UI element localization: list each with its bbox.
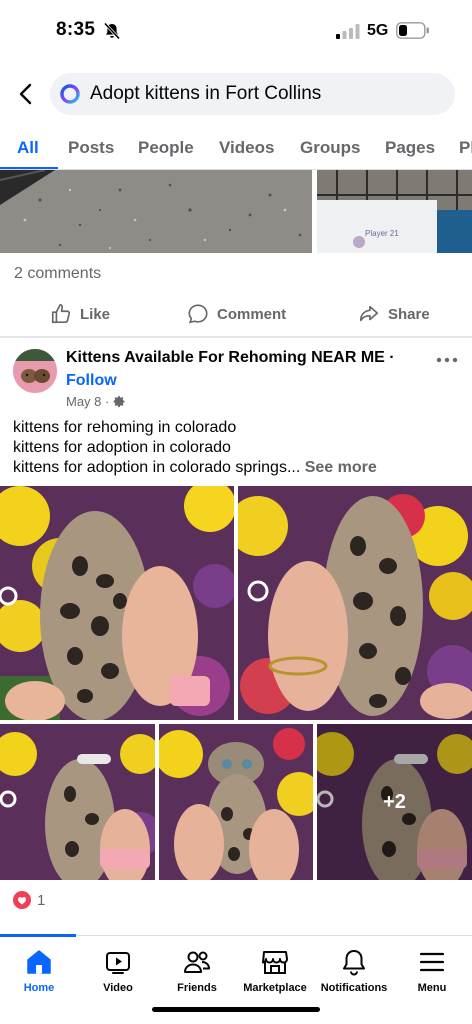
- thumbs-up-icon: [51, 304, 71, 324]
- tab-posts[interactable]: Posts: [68, 138, 114, 158]
- nav-notifications-label: Notifications: [320, 982, 388, 994]
- more-options-icon[interactable]: [436, 356, 458, 364]
- home-indicator: [152, 1007, 320, 1012]
- more-photos-count: +2: [383, 790, 406, 813]
- status-bar: 8:35 5G: [0, 0, 472, 62]
- tab-all[interactable]: All: [17, 138, 39, 158]
- post-text: kittens for rehoming in colorado kittens…: [13, 418, 463, 478]
- search-input[interactable]: Adopt kittens in Fort Collins: [50, 73, 455, 115]
- comment-label: Comment: [217, 305, 287, 323]
- marketplace-icon: [262, 951, 288, 974]
- search-tabs: All Posts People Videos Groups Pages Pl: [0, 126, 472, 170]
- tab-pages[interactable]: Pages: [385, 138, 435, 158]
- post-line-3: kittens for adoption in colorado springs…: [13, 459, 301, 476]
- search-header: Adopt kittens in Fort Collins: [0, 66, 472, 122]
- nav-friends-label: Friends: [177, 982, 217, 994]
- network-type: 5G: [367, 22, 389, 39]
- meta-ai-icon: [60, 84, 80, 104]
- nav-video[interactable]: Video: [78, 948, 158, 994]
- share-label: Share: [388, 305, 430, 323]
- post-author[interactable]: Kittens Available For Rehoming NEAR ME ·: [66, 349, 395, 367]
- back-arrow-icon[interactable]: [14, 80, 40, 108]
- tab-places[interactable]: Pl: [459, 138, 472, 158]
- home-icon: [27, 950, 51, 974]
- status-time: 8:35: [56, 19, 96, 40]
- search-query: Adopt kittens in Fort Collins: [90, 83, 322, 104]
- comment-icon: [188, 304, 208, 324]
- post-photo-5[interactable]: +2: [317, 724, 472, 880]
- comment-button[interactable]: Comment: [187, 303, 286, 325]
- friends-icon: [184, 951, 210, 973]
- post-line-2: kittens for adoption in colorado: [13, 439, 231, 456]
- see-more-link[interactable]: See more: [305, 459, 377, 476]
- like-label: Like: [80, 305, 111, 323]
- tab-groups[interactable]: Groups: [300, 138, 360, 158]
- nav-video-label: Video: [103, 982, 133, 994]
- previous-post-actions: Like Comment Share: [0, 292, 472, 336]
- share-icon: [359, 305, 379, 322]
- menu-icon: [419, 952, 445, 972]
- gear-icon: [113, 396, 125, 407]
- nav-menu[interactable]: Menu: [392, 948, 472, 994]
- post-line-1: kittens for rehoming in colorado: [13, 419, 237, 436]
- share-button[interactable]: Share: [358, 303, 430, 325]
- previous-post-photo-2[interactable]: Player 21: [317, 170, 472, 253]
- bell-off-icon: [103, 22, 121, 40]
- feed-progress-indicator: [0, 934, 76, 937]
- reaction-summary[interactable]: 1: [13, 891, 45, 909]
- nav-marketplace-label: Marketplace: [243, 982, 307, 994]
- post-divider: [0, 336, 472, 338]
- nav-menu-label: Menu: [417, 982, 447, 994]
- avatar[interactable]: [13, 349, 57, 393]
- nav-friends[interactable]: Friends: [157, 948, 237, 994]
- previous-post-photo[interactable]: [0, 170, 312, 253]
- tab-videos[interactable]: Videos: [219, 138, 274, 158]
- nav-home[interactable]: Home: [0, 948, 79, 994]
- nav-marketplace[interactable]: Marketplace: [235, 948, 315, 994]
- battery-icon: [396, 22, 429, 39]
- nav-home-label: Home: [23, 982, 55, 994]
- like-button[interactable]: Like: [50, 303, 110, 325]
- post-meta: May 8 ·: [66, 394, 126, 409]
- signal-icon: [336, 24, 360, 39]
- comments-count[interactable]: 2 comments: [14, 265, 101, 283]
- more-photos-overlay[interactable]: +2: [317, 724, 472, 880]
- sign-text: Player 21: [365, 229, 399, 238]
- reaction-count: 1: [37, 891, 46, 909]
- post-date: May 8 ·: [66, 394, 110, 409]
- nav-notifications[interactable]: Notifications: [314, 948, 394, 994]
- post-photo-1[interactable]: [0, 486, 234, 720]
- post-photo-2[interactable]: [238, 486, 472, 720]
- bell-icon: [343, 950, 365, 976]
- tab-people[interactable]: People: [138, 138, 194, 158]
- follow-button[interactable]: Follow: [66, 372, 117, 390]
- post-photo-3[interactable]: [0, 724, 155, 880]
- love-reaction-icon: [13, 891, 31, 909]
- post-photo-4[interactable]: [159, 724, 313, 880]
- video-icon: [106, 952, 130, 974]
